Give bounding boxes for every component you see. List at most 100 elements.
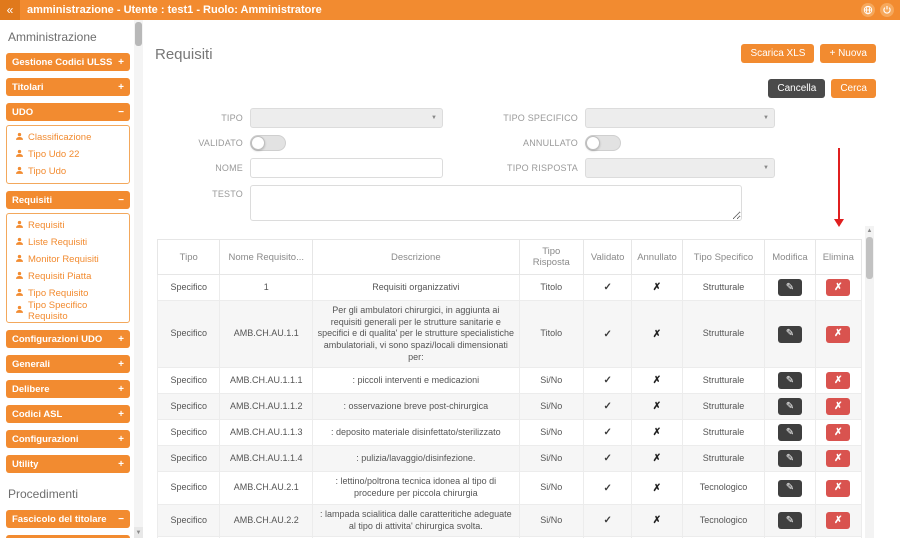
- person-icon: [15, 149, 24, 161]
- cell-tipo: Specifico: [156, 274, 221, 301]
- cell-tipo-specifico: Strutturale: [681, 299, 766, 369]
- cross-icon: ✗: [652, 482, 662, 494]
- sidebar-section-procedimenti: Procedimenti: [8, 487, 79, 501]
- expand-icon: +: [118, 433, 124, 445]
- validato-toggle[interactable]: [250, 135, 286, 151]
- sidebar-subitem-label: Requisiti: [28, 220, 65, 231]
- person-icon: [15, 271, 24, 283]
- edit-button[interactable]: ✎: [777, 424, 802, 442]
- page-title: Requisiti: [155, 46, 213, 63]
- delete-button[interactable]: ✗: [826, 512, 851, 529]
- download-xls-button[interactable]: Scarica XLS: [741, 44, 815, 63]
- sidebar-item-fascicolo-del-titolare[interactable]: Fascicolo del titolare −: [6, 510, 130, 528]
- edit-button[interactable]: ✎: [777, 372, 802, 390]
- cancella-button[interactable]: Cancella: [768, 79, 826, 98]
- edit-button[interactable]: ✎: [777, 398, 802, 416]
- cross-icon: ✗: [652, 328, 662, 340]
- edit-button[interactable]: ✎: [777, 512, 802, 529]
- sidebar-item-label: Codici ASL: [12, 408, 63, 420]
- sidebar-item-codici-asl[interactable]: Codici ASL +: [6, 405, 130, 423]
- sidebar-subitem-tipo-udo[interactable]: Tipo Udo: [9, 163, 127, 180]
- tipo-risposta-select[interactable]: ▼: [585, 158, 775, 178]
- sidebar-subitem-label: Tipo Requisito: [28, 288, 89, 299]
- sidebar-item-label: Fascicolo del titolare: [12, 513, 107, 525]
- sidebar-item-label: UDO: [12, 106, 34, 118]
- edit-button[interactable]: ✎: [777, 279, 802, 296]
- edit-button[interactable]: ✎: [777, 325, 802, 343]
- cell-nome-requisito: AMB.CH.AU.1.1.1: [219, 367, 314, 395]
- sidebar-item-titolari[interactable]: Titolari +: [6, 78, 130, 96]
- sidebar-scrollbar[interactable]: ▼: [134, 20, 143, 538]
- nome-input[interactable]: [250, 158, 443, 178]
- sidebar-subitem-requisiti[interactable]: Requisiti: [9, 217, 127, 234]
- table-row: Specifico AMB.CH.AU.2.2: lampada scialiti…: [156, 503, 863, 538]
- cross-icon: ✗: [652, 282, 662, 293]
- tipo-specifico-select[interactable]: ▼: [585, 108, 775, 128]
- edit-button[interactable]: ✎: [777, 479, 802, 497]
- annullato-toggle[interactable]: [585, 135, 621, 151]
- sidebar-item-label: Delibere: [12, 383, 50, 395]
- sidebar-item-configurazioni-udo[interactable]: Configurazioni UDO +: [6, 330, 130, 348]
- sidebar-item-delibere[interactable]: Delibere +: [6, 380, 130, 398]
- cell-annullato: ✗: [631, 419, 683, 447]
- cell-descrizione: : piccoli interventi e medicazioni: [312, 367, 520, 395]
- chevron-down-icon: ▼: [763, 115, 769, 121]
- scroll-up-icon[interactable]: ▲: [865, 226, 874, 236]
- scroll-down-icon[interactable]: ▼: [134, 527, 143, 538]
- sidebar-scrollbar-thumb[interactable]: [135, 22, 142, 46]
- cell-tipo-specifico: Strutturale: [681, 445, 766, 473]
- sidebar-item-utility[interactable]: Utility +: [6, 455, 130, 473]
- cross-icon: ✗: [652, 401, 662, 413]
- sidebar-subitem-label: Requisiti Piatta: [28, 271, 92, 282]
- cell-validato: ✓: [582, 367, 633, 395]
- tipo-select[interactable]: ▼: [250, 108, 443, 128]
- cell-tipo: Specifico: [156, 445, 221, 473]
- check-icon: ✓: [603, 282, 612, 293]
- sidebar-item-generali[interactable]: Generali +: [6, 355, 130, 373]
- cell-tipo-risposta: Si/No: [518, 419, 585, 447]
- sidebar-subitem-requisiti-piatta[interactable]: Requisiti Piatta: [9, 268, 127, 285]
- sidebar-item-udo[interactable]: UDO −: [6, 103, 130, 121]
- table-row: Specifico AMB.CH.AU.2.1: lettino/poltrona…: [156, 471, 863, 505]
- sidebar-collapse-icon[interactable]: «: [0, 0, 20, 20]
- delete-button[interactable]: ✗: [826, 372, 851, 390]
- red-annotation-arrow: [834, 148, 844, 227]
- cell-descrizione: : osservazione breve post-chirurgica: [312, 393, 520, 421]
- delete-button[interactable]: ✗: [826, 479, 851, 497]
- check-icon: ✓: [603, 482, 612, 494]
- cell-annullato: ✗: [631, 367, 683, 395]
- sidebar-item-requisiti[interactable]: Requisiti −: [6, 191, 130, 209]
- cell-tipo-risposta: Titolo: [518, 299, 585, 369]
- delete-button[interactable]: ✗: [826, 450, 851, 468]
- delete-button[interactable]: ✗: [826, 325, 851, 343]
- close-icon: ✗: [834, 281, 843, 293]
- cell-tipo: Specifico: [156, 367, 221, 395]
- sidebar-subitem-classificazione[interactable]: Classificazione: [9, 129, 127, 146]
- sidebar-subitem-monitor-requisiti[interactable]: Monitor Requisiti: [9, 251, 127, 268]
- power-icon[interactable]: [880, 3, 894, 17]
- sidebar-subitem-tipo-udo-22[interactable]: Tipo Udo 22: [9, 146, 127, 163]
- cell-nome-requisito: AMB.CH.AU.2.2: [219, 503, 314, 538]
- sidebar-item-configurazioni[interactable]: Configurazioni +: [6, 430, 130, 448]
- tipo-specifico-label: TIPO SPECIFICO: [503, 113, 578, 123]
- delete-button[interactable]: ✗: [826, 424, 851, 442]
- sidebar-subitem-label: Tipo Udo: [28, 166, 67, 177]
- top-bar: « amministrazione - Utente : test1 - Ruo…: [0, 0, 900, 20]
- sidebar-subitem-tipo-specifico-requisito[interactable]: Tipo Specifico Requisito: [9, 300, 127, 322]
- new-button[interactable]: + Nuova: [820, 44, 876, 63]
- table-scrollbar-thumb[interactable]: [866, 237, 873, 279]
- check-icon: ✓: [603, 401, 612, 413]
- globe-icon[interactable]: [861, 3, 875, 17]
- column-header-nome-requisito: Nome Requisito...: [219, 239, 314, 275]
- cerca-button[interactable]: Cerca: [831, 79, 876, 98]
- edit-button[interactable]: ✎: [777, 450, 802, 468]
- cell-tipo-specifico: Strutturale: [681, 274, 766, 301]
- delete-button[interactable]: ✗: [826, 398, 851, 416]
- edit-icon: ✎: [785, 482, 795, 494]
- testo-textarea[interactable]: [250, 185, 742, 221]
- delete-button[interactable]: ✗: [826, 279, 851, 296]
- table-scrollbar[interactable]: ▲: [865, 226, 874, 538]
- sidebar-subitem-liste-requisiti[interactable]: Liste Requisiti: [9, 234, 127, 251]
- sidebar-item-gestione-codici-ulss[interactable]: Gestione Codici ULSS +: [6, 53, 130, 71]
- cell-validato: ✓: [582, 503, 633, 538]
